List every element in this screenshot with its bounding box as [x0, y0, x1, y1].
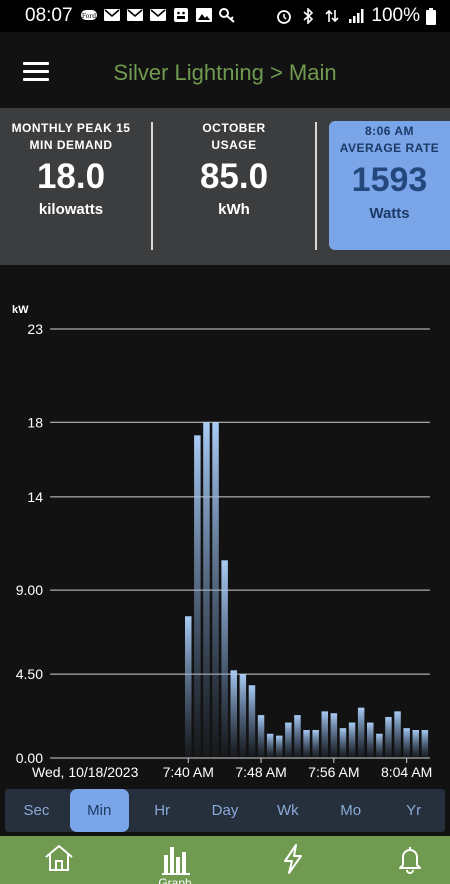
x-tick-label: 7:48 AM — [235, 764, 286, 780]
android-icon — [174, 8, 188, 22]
y-tick-label: 23 — [27, 321, 43, 337]
peak-demand-value: 18.0 — [36, 157, 106, 196]
signal-icon — [349, 9, 364, 23]
y-tick-label: 14 — [27, 489, 43, 505]
peak-demand-label: MONTHLY PEAK 15 MIN DEMAND — [11, 121, 131, 152]
data-bar — [367, 722, 374, 758]
data-bar — [330, 713, 338, 758]
data-bar — [348, 722, 356, 758]
x-tick-label: 7:40 AM — [163, 764, 214, 780]
mail-icon — [127, 9, 143, 21]
data-bar — [403, 728, 410, 758]
usage-chart[interactable]: kW 0.00 4.50 9.00 14 18 23 Wed, 10/18/2023 7:40 … — [0, 265, 450, 787]
data-bar — [294, 715, 301, 758]
monthly-usage-unit: kWh — [218, 201, 250, 218]
data-bar — [221, 560, 228, 758]
data-bar — [385, 716, 392, 758]
nav-graph-label: Graph — [158, 876, 192, 884]
bluetooth-icon — [303, 8, 314, 24]
battery-percent: 100% — [371, 5, 420, 26]
y-tick-label: 18 — [27, 414, 43, 430]
x-tick-label: 8:04 AM — [381, 764, 432, 780]
peak-demand-stat: MONTHLY PEAK 15 MIN DEMAND 18.0 kilowatt… — [1, 120, 141, 218]
data-bar — [185, 616, 192, 758]
y-axis-unit: kW — [12, 304, 29, 316]
bar-chart-icon — [162, 847, 190, 875]
key-icon — [219, 8, 235, 23]
data-bar — [194, 435, 201, 758]
notification-icons: Ford — [80, 7, 236, 23]
average-rate-value: 1593 — [351, 161, 428, 199]
data-bar — [421, 730, 429, 758]
monthly-usage-label: OCTOBER USAGE — [202, 121, 266, 152]
peak-demand-unit: kilowatts — [38, 201, 104, 218]
range-tab-yr[interactable]: Yr — [384, 789, 443, 832]
data-bar — [212, 422, 219, 758]
data-bar — [303, 730, 310, 758]
range-tab-hr[interactable]: Hr — [133, 789, 192, 832]
range-tab-mo[interactable]: Mo — [321, 789, 380, 832]
stats-panel: MONTHLY PEAK 15 MIN DEMAND 18.0 kilowatt… — [0, 108, 450, 265]
data-bar — [376, 733, 383, 758]
y-tick-label: 4.50 — [16, 666, 43, 682]
data-bar — [276, 735, 283, 758]
monthly-usage-value: 85.0 — [199, 157, 269, 196]
data-bar — [257, 715, 265, 758]
nav-power[interactable] — [262, 836, 322, 884]
mail-icon — [104, 9, 120, 21]
nav-home[interactable] — [28, 836, 88, 884]
alarm-icon — [277, 10, 292, 24]
bottom-navigation: Graph — [0, 836, 450, 884]
x-date-label: Wed, 10/18/2023 — [32, 764, 139, 780]
range-tab-sec[interactable]: Sec — [7, 789, 66, 832]
stat-divider — [315, 122, 317, 250]
data-bar — [203, 422, 210, 758]
bell-icon — [399, 847, 421, 874]
average-rate-card[interactable]: 8:06 AM AVERAGE RATE 1593 Watts — [329, 121, 450, 250]
data-bar — [266, 733, 274, 758]
svg-text:Ford: Ford — [82, 13, 96, 20]
usage-chart-svg: kW0.004.509.00141823Wed, 10/18/2023 7:40 … — [12, 304, 432, 780]
app-bar: Silver Lightning > Main — [0, 32, 450, 108]
nav-alerts[interactable] — [379, 836, 439, 884]
data-bar — [339, 728, 347, 758]
range-tab-wk[interactable]: Wk — [258, 789, 317, 832]
data-bar — [312, 730, 319, 758]
x-tick-label: 7:56 AM — [308, 764, 359, 780]
range-tab-day[interactable]: Day — [196, 789, 255, 832]
data-bar — [357, 707, 365, 758]
monthly-usage-stat: OCTOBER USAGE 85.0 kWh — [164, 120, 304, 218]
time-range-selector: Sec Min Hr Day Wk Mo Yr — [5, 789, 445, 832]
page-title: Silver Lightning > Main — [113, 60, 337, 85]
image-icon — [196, 8, 212, 22]
y-tick-label: 9.00 — [16, 582, 43, 598]
data-bar — [239, 674, 247, 758]
data-bar — [412, 730, 419, 758]
mail-icon — [150, 9, 166, 21]
data-icon — [325, 9, 339, 23]
system-status: 100% — [275, 5, 436, 27]
data-bar — [394, 711, 401, 758]
data-bar — [285, 722, 292, 758]
data-bar — [230, 670, 237, 758]
home-icon — [45, 844, 73, 871]
average-rate-label: AVERAGE RATE — [339, 141, 440, 155]
average-rate-time: 8:06 AM — [364, 124, 415, 138]
average-rate-unit: Watts — [369, 205, 410, 222]
ford-icon: Ford — [81, 10, 97, 20]
nav-graph[interactable]: Graph — [145, 836, 205, 884]
battery-icon — [426, 7, 436, 25]
status-time: 08:07 — [25, 5, 73, 26]
status-bar: 08:07 Ford 100% — [0, 0, 450, 32]
lightning-icon — [284, 844, 302, 874]
range-tab-min[interactable]: Min — [69, 789, 129, 832]
data-bar — [248, 685, 256, 758]
stat-divider — [151, 122, 153, 250]
data-bar — [321, 711, 328, 758]
